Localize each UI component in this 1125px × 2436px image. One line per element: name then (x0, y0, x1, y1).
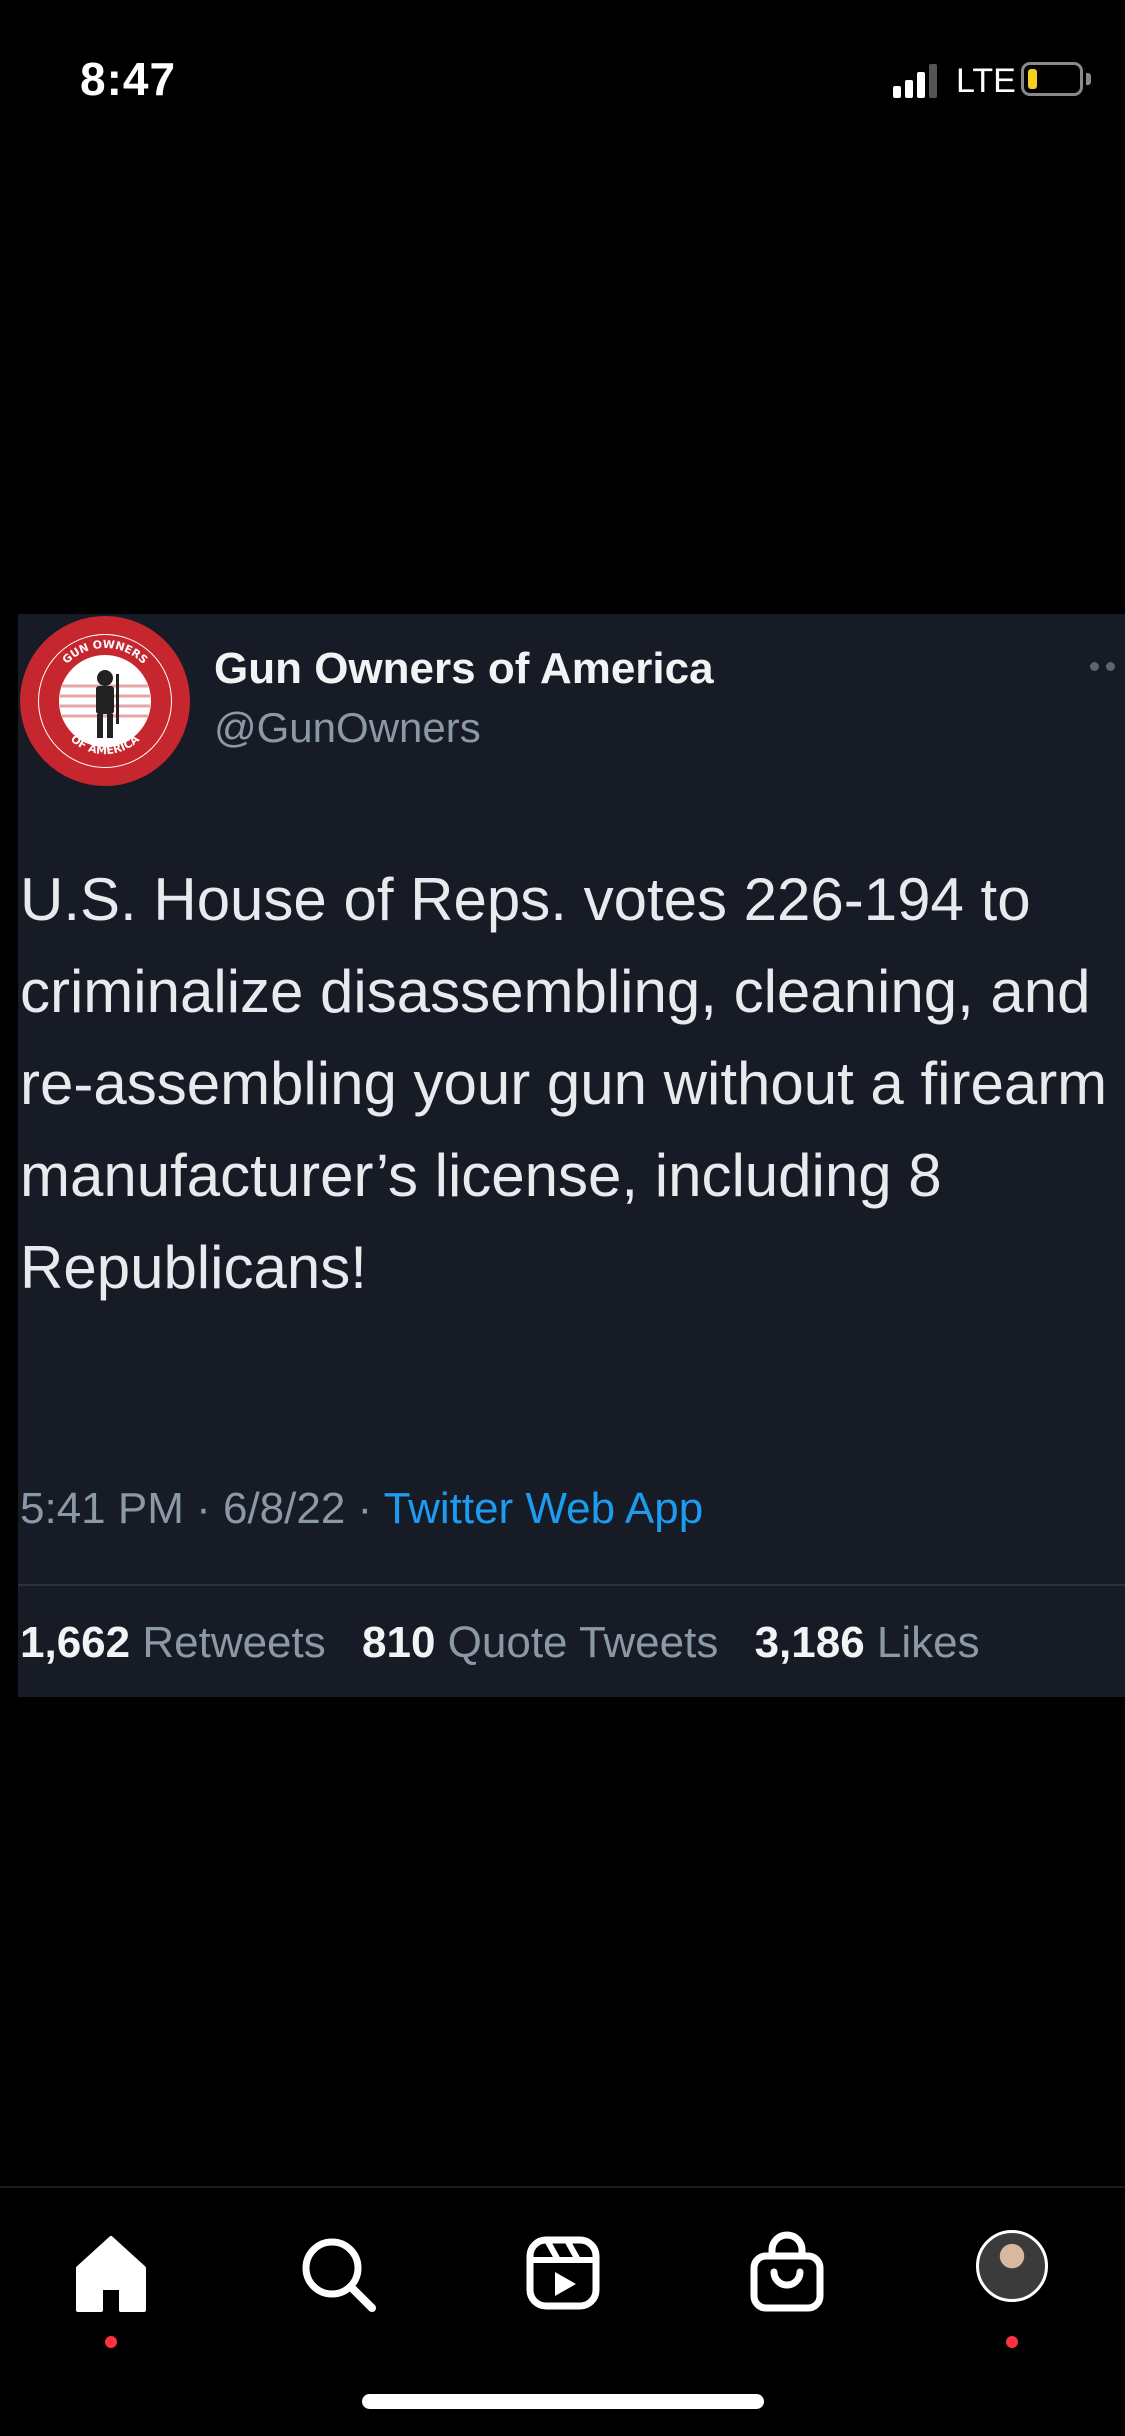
likes-stat[interactable]: 3,186 Likes (755, 1618, 980, 1667)
nav-reels-button[interactable] (518, 2228, 608, 2318)
gun-owners-logo-icon: GUN OWNERS OF AMERICA (39, 635, 171, 767)
reels-icon (526, 2236, 600, 2310)
author-handle[interactable]: @GunOwners (214, 704, 481, 752)
network-label: LTE (956, 62, 1016, 100)
author-avatar[interactable]: GUN OWNERS OF AMERICA (20, 616, 190, 786)
search-icon (302, 2238, 376, 2312)
tweet-card[interactable]: GUN OWNERS OF AMERICA Gun Owners of Amer… (18, 614, 1125, 1697)
home-notification-dot (105, 2336, 117, 2348)
cellular-signal-icon (893, 62, 939, 98)
nav-home-button[interactable] (66, 2228, 156, 2318)
home-indicator (362, 2394, 764, 2409)
tweet-date: 6/8/22 (222, 1484, 346, 1533)
nav-profile-avatar[interactable] (976, 2230, 1048, 2302)
battery-cap (1086, 73, 1091, 85)
tweet-text: U.S. House of Reps. votes 226-194 to cri… (20, 866, 1108, 1301)
tweet-time: 5:41 PM (20, 1484, 184, 1533)
home-icon (76, 2236, 146, 2312)
battery-icon (1021, 62, 1083, 96)
tweet-source-link[interactable]: Twitter Web App (384, 1484, 704, 1533)
divider (18, 1584, 1125, 1586)
quote-tweets-stat[interactable]: 810 Quote Tweets (362, 1618, 718, 1667)
status-bar: 8:47 LTE (0, 0, 1125, 150)
profile-notification-dot (1006, 2336, 1018, 2348)
author-name[interactable]: Gun Owners of America (214, 644, 714, 694)
more-options-icon[interactable] (1090, 662, 1125, 674)
status-time: 8:47 (80, 53, 177, 105)
tweet-stats: 1,662 Retweets 810 Quote Tweets 3,186 Li… (20, 1618, 1004, 1668)
retweets-stat[interactable]: 1,662 Retweets (20, 1618, 326, 1667)
nav-shop-button[interactable] (742, 2228, 832, 2318)
shop-icon (750, 2231, 824, 2312)
nav-search-button[interactable] (292, 2228, 382, 2318)
tweet-meta: 5:41 PM · 6/8/22 · Twitter Web App (20, 1484, 704, 1533)
screen: 8:47 LTE GUN OWNERS OF AMERICA Gun Owner… (0, 0, 1125, 2436)
